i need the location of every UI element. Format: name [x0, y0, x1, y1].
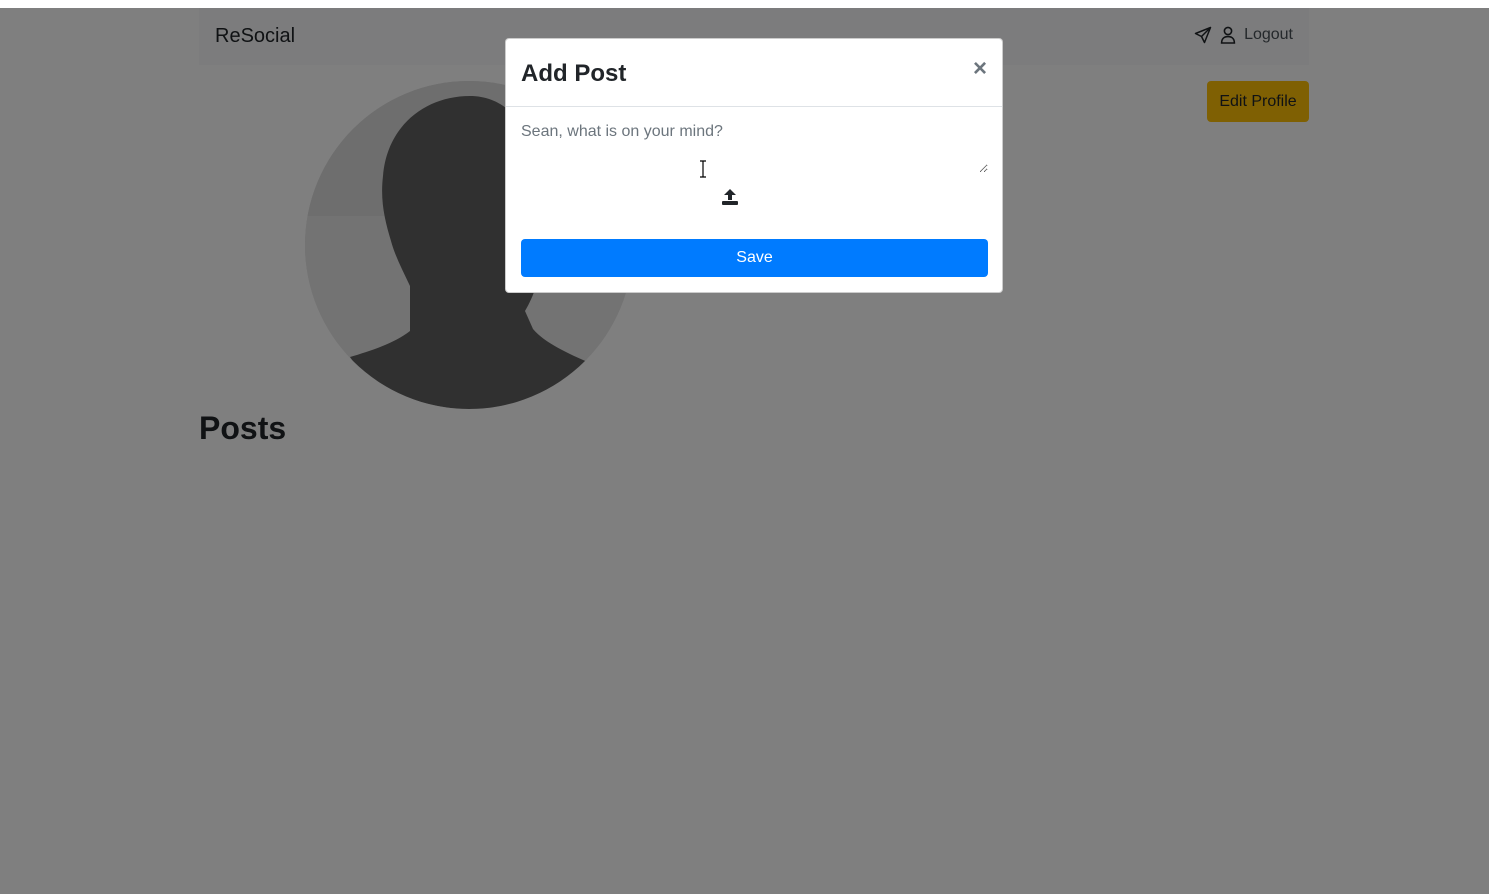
top-strip	[0, 0, 1489, 8]
add-post-modal: Add Post × Save	[505, 38, 1003, 293]
close-button[interactable]: ×	[973, 57, 987, 81]
text-cursor-icon	[698, 160, 708, 178]
save-button[interactable]: Save	[521, 239, 988, 277]
modal-header: Add Post ×	[506, 39, 1002, 107]
modal-title: Add Post	[521, 60, 627, 87]
upload-icon[interactable]	[721, 188, 739, 206]
post-textarea[interactable]	[521, 123, 988, 173]
